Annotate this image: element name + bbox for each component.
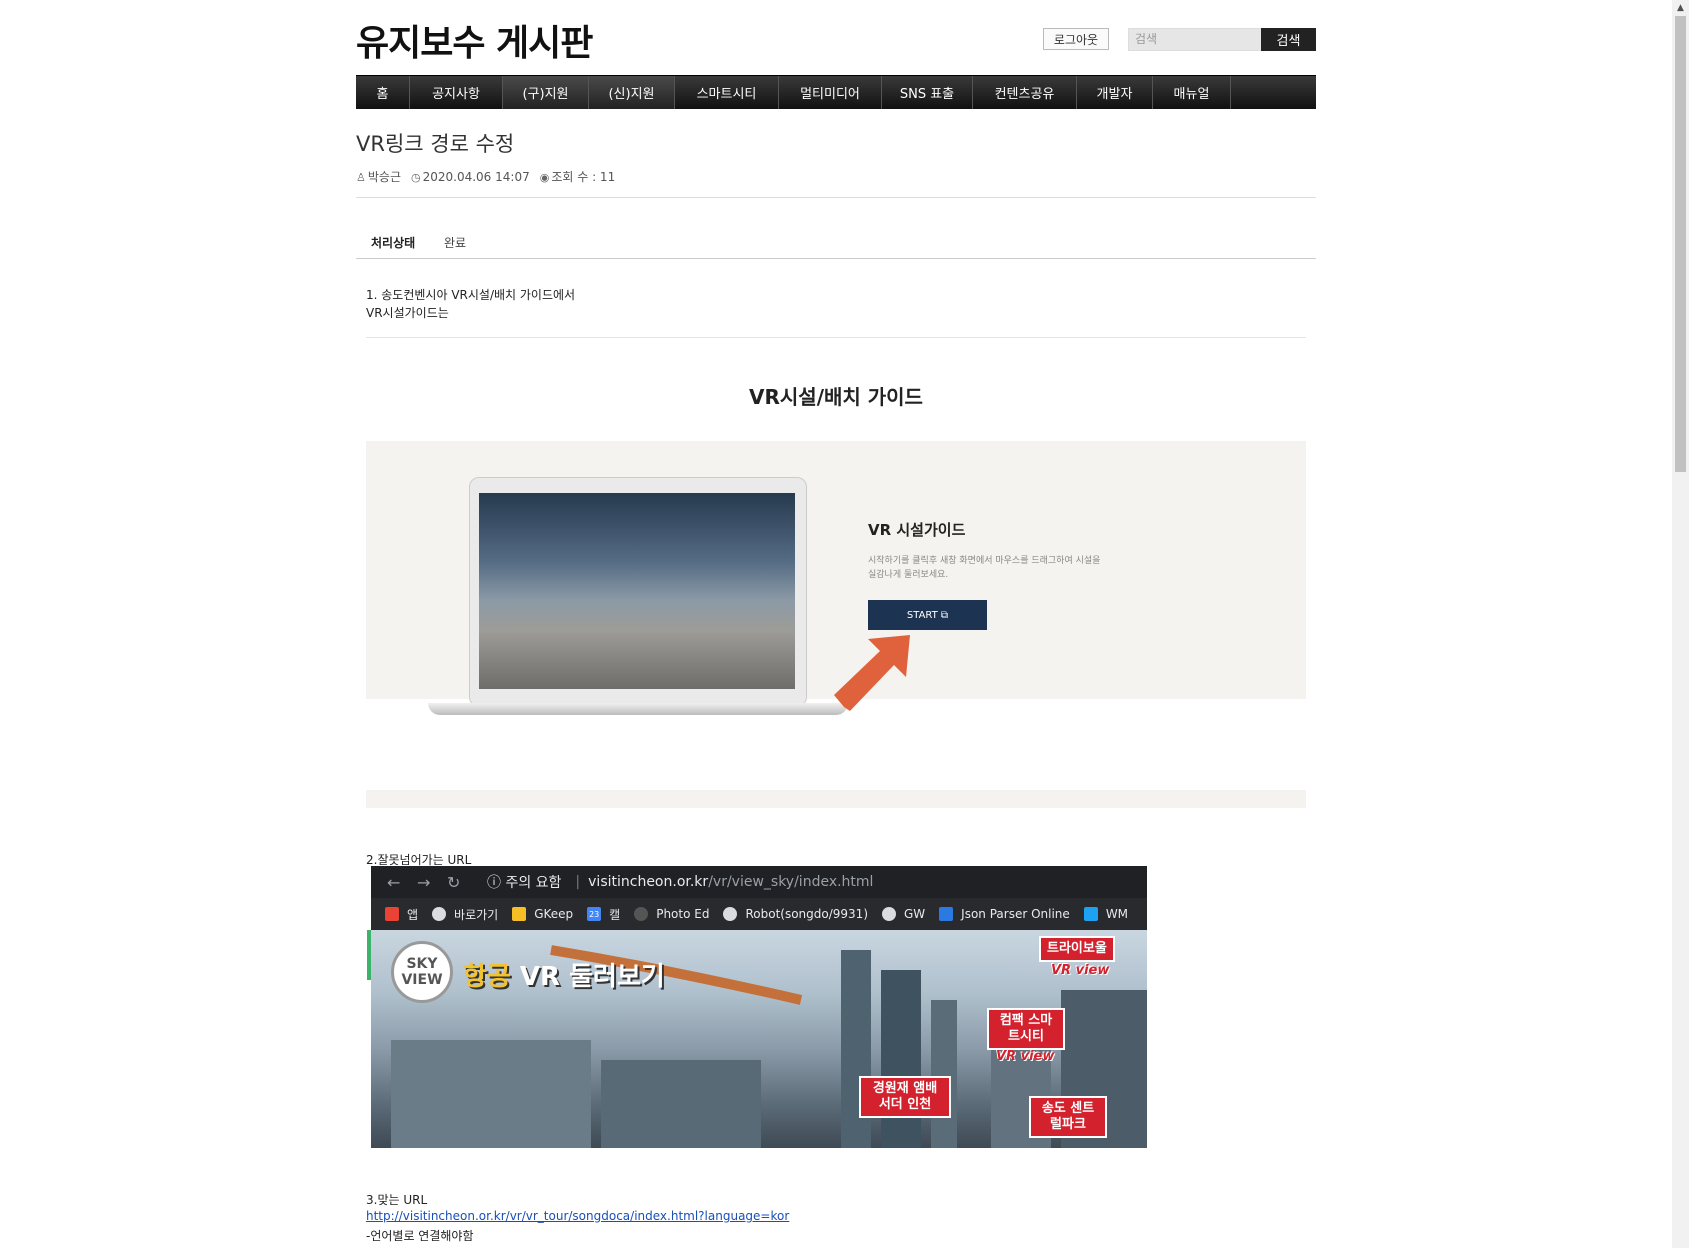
globe-icon <box>882 907 896 921</box>
post-author: 박승근 <box>367 170 401 184</box>
sky-title: 항공 VR 둘러보기 <box>463 956 665 993</box>
calendar-icon: 23 <box>587 907 602 921</box>
nav-item-old-support[interactable]: (구)지원 <box>503 76 589 109</box>
status-label: 처리상태 <box>371 236 416 250</box>
nav-item-manual[interactable]: 매뉴얼 <box>1153 76 1231 109</box>
panel-bottom-strip <box>366 790 1306 808</box>
wrong-url-screenshot: ← → ↻ ⓘ 주의 요함 | visitincheon.or.kr /vr/v… <box>371 866 1147 1148</box>
logout-button[interactable]: 로그아웃 <box>1043 28 1109 50</box>
nav-item-smartcity[interactable]: 스마트시티 <box>675 76 779 109</box>
nav-item-sns[interactable]: SNS 표출 <box>882 76 973 109</box>
laptop-screen-image <box>479 493 795 689</box>
tag-tribowl: 트라이보울 <box>1039 936 1115 962</box>
status-value: 완료 <box>444 236 467 250</box>
scroll-up-icon[interactable]: ▲ <box>1672 0 1689 16</box>
bookmarks-bar: 앱 바로가기 GKeep 23 캘 Photo Ed Robot(songdo/9… <box>371 898 1147 930</box>
scroll-thumb[interactable] <box>1675 16 1686 472</box>
search-button[interactable]: 검색 <box>1261 28 1316 51</box>
body-line-1: 1. 송도컨벤시아 VR시설/배치 가이드에서 <box>366 288 576 302</box>
tag-central-park: 송도 센트럴파크 <box>1029 1096 1107 1138</box>
json-icon <box>939 907 954 921</box>
correct-url[interactable]: http://visitincheon.or.kr/vr/vr_tour/son… <box>366 1209 789 1223</box>
reload-icon: ↻ <box>447 872 461 892</box>
sky-badge-line2: VIEW <box>401 972 443 988</box>
nav-item-home[interactable]: 홈 <box>356 76 410 109</box>
bookmark-label: Robot(songdo/9931) <box>745 907 868 921</box>
back-icon: ← <box>387 872 401 892</box>
bookmark-label: Json Parser Online <box>961 907 1070 921</box>
apps-icon <box>385 907 399 921</box>
bookmark-label: 앱 <box>407 907 419 922</box>
post-datetime: 2020.04.06 14:07 <box>422 169 530 184</box>
nav-item-developer[interactable]: 개발자 <box>1077 76 1153 109</box>
sky-title-part1: 항공 <box>463 962 511 992</box>
url-host: visitincheon.or.kr <box>588 874 709 890</box>
arrow-icon <box>834 635 910 711</box>
nav-item-new-support[interactable]: (신)지원 <box>589 76 675 109</box>
vr-heading: VR 시설가이드 <box>868 521 966 539</box>
bookmark-label: WM <box>1105 907 1129 921</box>
correct-url-link[interactable]: http://visitincheon.or.kr/vr/vr_tour/son… <box>366 1209 789 1223</box>
globe-icon <box>723 907 738 921</box>
nav-item-multimedia[interactable]: 멀티미디어 <box>779 76 882 109</box>
security-warning: ⓘ 주의 요함 <box>487 875 562 891</box>
address-bar: ⓘ 주의 요함 | visitincheon.or.kr /vr/view_sk… <box>487 870 873 894</box>
separator: | <box>575 874 581 890</box>
bookmark-label: 바로가기 <box>454 907 499 922</box>
post-title: VR링크 경로 수정 <box>356 132 515 156</box>
divider <box>356 197 1316 198</box>
sky-badge-line1: SKY <box>406 956 438 972</box>
globe-icon <box>432 907 447 921</box>
keep-icon <box>512 907 527 921</box>
clock-icon: ◷ <box>411 170 421 184</box>
tag-sub: VR view <box>996 1049 1055 1064</box>
bookmark-label: 캘 <box>609 907 621 922</box>
wm-icon <box>1083 907 1098 921</box>
divider <box>356 258 1316 259</box>
post-views: 조회 수 : 11 <box>551 170 616 184</box>
nav-item-notice[interactable]: 공지사항 <box>410 76 503 109</box>
laptop-base <box>428 703 848 715</box>
start-button: START ⧉ <box>868 600 987 630</box>
url-path: /vr/view_sky/index.html <box>708 874 874 890</box>
bookmark-label: Photo Ed <box>656 907 710 921</box>
guide-title: VR시설/배치 가이드 <box>749 385 923 409</box>
nav-item-content-share[interactable]: 컨텐츠공유 <box>973 76 1077 109</box>
bookmark-label: GW <box>904 907 926 921</box>
tag-smartcity: 컴팩 스마트시티 <box>987 1008 1065 1050</box>
sky-view-badge: SKY VIEW <box>391 941 453 1003</box>
search-input[interactable]: 검색 <box>1128 28 1262 51</box>
site-title[interactable]: 유지보수 게시판 <box>356 14 593 66</box>
bookmark-label: GKeep <box>534 907 574 921</box>
body-line-5: -언어별로 연결해야함 <box>366 1229 474 1243</box>
tag-sub: VR view <box>1051 963 1110 978</box>
tag-gyeongwonjae: 경원재 앰배서더 인천 <box>859 1076 951 1118</box>
main-nav: 홈 공지사항 (구)지원 (신)지원 스마트시티 멀티미디어 SNS 표출 컨텐… <box>356 75 1316 109</box>
body-line-4: 3.맞는 URL <box>366 1193 428 1207</box>
sky-title-part2: VR 둘러보기 <box>519 962 665 992</box>
forward-icon: → <box>417 872 431 892</box>
body-line-2: VR시설가이드는 <box>366 306 449 320</box>
vr-guide-screenshot: VR시설/배치 가이드 VR 시설가이드 시작하기를 클릭후 새창 화면에서 마… <box>366 325 1306 810</box>
eye-icon: ◉ <box>539 171 550 184</box>
vr-description: 시작하기를 클릭후 새창 화면에서 마우스를 드래그하여 시설을 실감나게 둘러… <box>868 556 1101 580</box>
breadcrumb-line <box>366 337 1306 338</box>
post-meta: ♙ 박승근 ◷ 2020.04.06 14:07 ◉ 조회 수 : 11 <box>356 168 615 185</box>
photo-icon <box>634 907 649 921</box>
user-icon: ♙ <box>356 171 366 184</box>
